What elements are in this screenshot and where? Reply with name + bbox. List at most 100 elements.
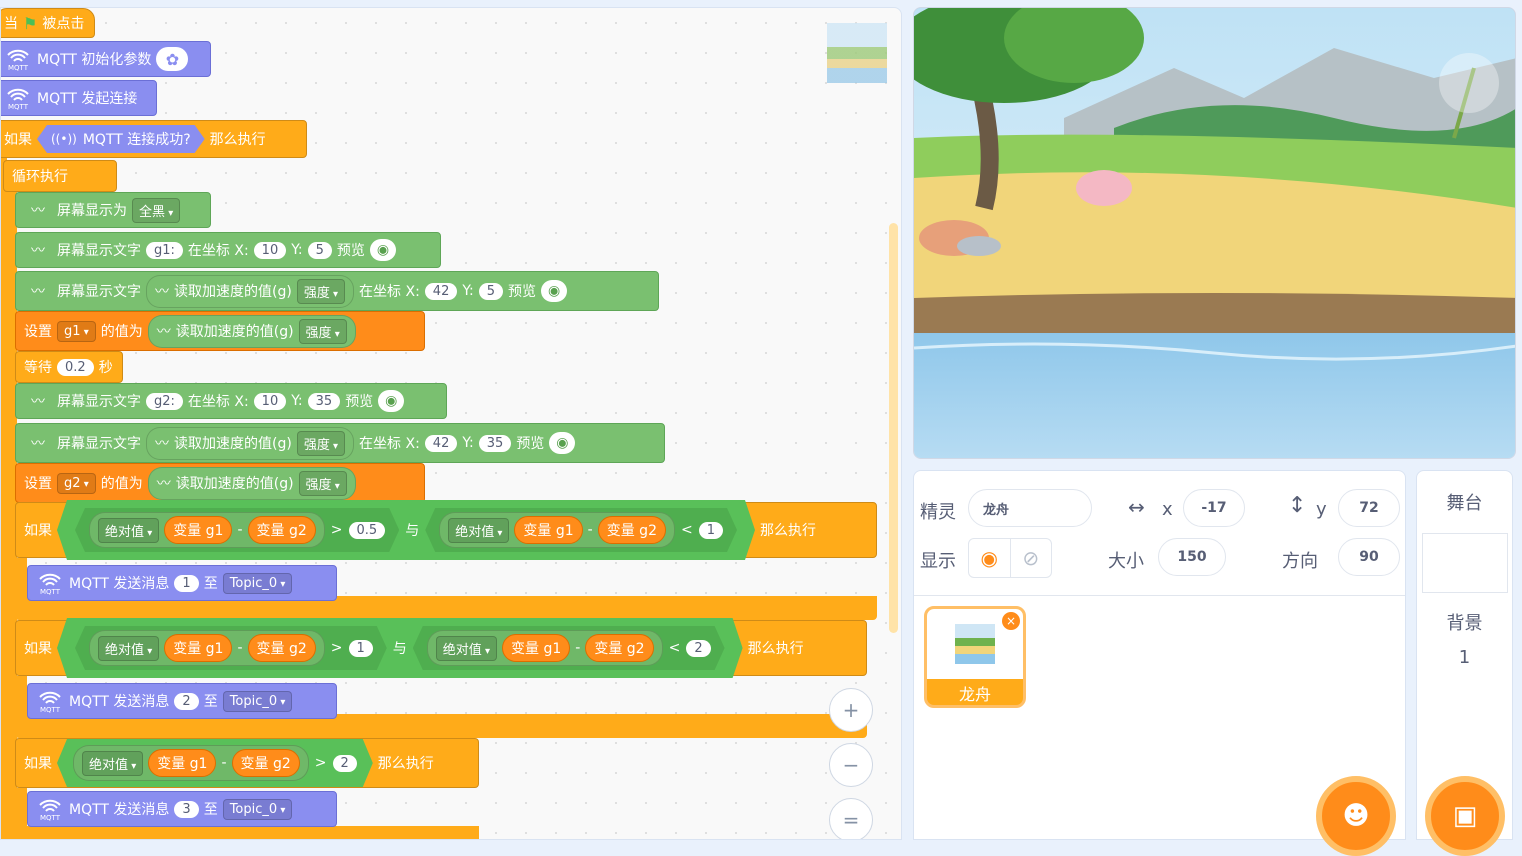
set-g1-block[interactable]: 设置 g1 的值为 〰 读取加速度的值(g) 强度 xyxy=(15,311,425,351)
hide-eye-icon[interactable]: ⊘ xyxy=(1011,539,1052,577)
x-input[interactable]: 42 xyxy=(424,282,458,300)
variable-g2[interactable]: 变量 g2 xyxy=(248,634,316,662)
stage-canvas[interactable] xyxy=(913,7,1516,459)
stage-thumbnail[interactable] xyxy=(1422,533,1508,593)
code-workspace[interactable]: 当 ⚑ 被点击 MQTT MQTT 初始化参数 ✿ MQTT MQTT 发起连接… xyxy=(0,7,902,840)
abs-reporter[interactable]: 绝对值 变量 g1 - 变量 g2 xyxy=(439,512,675,548)
x-input[interactable]: 10 xyxy=(253,241,287,259)
variable-g2[interactable]: 变量 g2 xyxy=(232,749,300,777)
and-condition[interactable]: 绝对值 变量 g1 - 变量 g2 > 1 与 绝对值 变量 g1 - 变量 g… xyxy=(57,618,743,678)
greater-than-condition[interactable]: 绝对值 变量 g1 - 变量 g2 > 1 xyxy=(75,626,387,670)
less-than-condition[interactable]: 绝对值 变量 g1 - 变量 g2 < 1 xyxy=(425,508,737,552)
strength-dropdown[interactable]: 强度 xyxy=(296,278,346,304)
variable-g1[interactable]: 变量 g1 xyxy=(502,634,570,662)
zoom-out-button[interactable]: − xyxy=(829,743,873,787)
variable-g1[interactable]: 变量 g1 xyxy=(164,516,232,544)
variable-g1[interactable]: 变量 g1 xyxy=(514,516,582,544)
when-flag-clicked-block[interactable]: 当 ⚑ 被点击 xyxy=(1,8,95,38)
variable-g2[interactable]: 变量 g2 xyxy=(598,516,666,544)
threshold-input[interactable]: 2 xyxy=(686,640,710,657)
sprite-name-field[interactable]: 龙舟 xyxy=(968,489,1092,527)
mqtt-init-block[interactable]: MQTT MQTT 初始化参数 ✿ xyxy=(1,41,211,77)
y-input[interactable]: 5 xyxy=(307,241,332,259)
visibility-toggle[interactable]: ◉ ⊘ xyxy=(968,538,1052,578)
threshold-input[interactable]: 0.5 xyxy=(349,522,386,539)
mqtt-connected-condition[interactable]: ((•)) MQTT 连接成功? xyxy=(37,125,205,153)
abs-dropdown[interactable]: 绝对值 xyxy=(436,636,497,661)
add-sprite-button[interactable]: ☻ xyxy=(1316,776,1396,856)
mqtt-send-block-3[interactable]: MQTT MQTT 发送消息 3 至 Topic_0 xyxy=(27,791,337,827)
and-condition[interactable]: 绝对值 变量 g1 - 变量 g2 > 0.5 与 绝对值 变量 g1 - 变量… xyxy=(57,500,755,560)
screen-text-block-2[interactable]: 〰 屏幕显示文字 〰 读取加速度的值(g) 强度 在坐标 X: 42 Y: 5 … xyxy=(15,271,659,311)
screen-text-block-3[interactable]: 〰 屏幕显示文字 g2: 在坐标 X: 10 Y: 35 预览 ◉ xyxy=(15,383,447,419)
text-input[interactable]: g1: xyxy=(146,241,183,259)
mqtt-send-block-1[interactable]: MQTT MQTT 发送消息 1 至 Topic_0 xyxy=(27,565,337,601)
sprite-tile[interactable]: 龙舟 × xyxy=(924,606,1026,708)
forever-loop-block[interactable]: 循环执行 xyxy=(3,160,117,192)
if-connected-block[interactable]: 如果 ((•)) MQTT 连接成功? 那么执行 xyxy=(1,120,307,158)
less-than-condition[interactable]: 绝对值 变量 g1 - 变量 g2 < 2 xyxy=(413,626,725,670)
preview-eye-icon[interactable]: ◉ xyxy=(369,239,396,261)
abs-dropdown[interactable]: 绝对值 xyxy=(98,636,159,661)
if-block-1[interactable]: 如果 绝对值 变量 g1 - 变量 g2 > 0.5 与 绝对值 变量 g1 -… xyxy=(15,502,877,558)
topic-dropdown[interactable]: Topic_0 xyxy=(222,690,293,712)
abs-dropdown[interactable]: 绝对值 xyxy=(98,518,159,543)
set-g2-block[interactable]: 设置 g2 的值为 〰 读取加速度的值(g) 强度 xyxy=(15,463,425,503)
threshold-input[interactable]: 1 xyxy=(699,522,723,539)
variable-g2[interactable]: 变量 g2 xyxy=(248,516,316,544)
if-block-3[interactable]: 如果 绝对值 变量 g1 - 变量 g2 > 2 那么执行 xyxy=(15,738,479,788)
y-input[interactable]: 35 xyxy=(307,392,341,410)
wait-block[interactable]: 等待 0.2 秒 xyxy=(15,351,123,383)
message-input[interactable]: 3 xyxy=(174,800,199,818)
delete-sprite-icon[interactable]: × xyxy=(1002,612,1020,630)
stage-selector-panel[interactable]: 舞台 背景 1 ▣ xyxy=(1416,470,1513,856)
preview-eye-icon[interactable]: ◉ xyxy=(541,280,568,302)
variable-dropdown[interactable]: g2 xyxy=(57,472,96,494)
x-input[interactable]: 10 xyxy=(253,392,287,410)
vertical-scrollbar[interactable] xyxy=(889,223,898,633)
abs-dropdown[interactable]: 绝对值 xyxy=(82,751,143,776)
read-accel-reporter[interactable]: 〰 读取加速度的值(g) 强度 xyxy=(147,314,356,348)
variable-g2[interactable]: 变量 g2 xyxy=(585,634,653,662)
show-eye-icon[interactable]: ◉ xyxy=(969,539,1011,577)
threshold-input[interactable]: 1 xyxy=(349,640,373,657)
greater-than-condition[interactable]: 绝对值 变量 g1 - 变量 g2 > 0.5 xyxy=(75,508,399,552)
message-input[interactable]: 2 xyxy=(174,692,199,710)
workspace-thumbnail[interactable] xyxy=(827,23,887,83)
zoom-in-button[interactable]: + xyxy=(829,688,873,732)
settings-gear-icon[interactable]: ✿ xyxy=(156,47,189,71)
abs-reporter[interactable]: 绝对值 变量 g1 - 变量 g2 xyxy=(427,630,663,666)
read-accel-reporter[interactable]: 〰 读取加速度的值(g) 强度 xyxy=(147,466,356,500)
read-accel-reporter[interactable]: 〰 读取加速度的值(g) 强度 xyxy=(146,274,355,308)
topic-dropdown[interactable]: Topic_0 xyxy=(222,572,293,594)
mqtt-connect-block[interactable]: MQTT MQTT 发起连接 xyxy=(1,80,157,116)
message-input[interactable]: 1 xyxy=(174,574,199,592)
wait-input[interactable]: 0.2 xyxy=(57,358,94,376)
preview-eye-icon[interactable]: ◉ xyxy=(378,390,405,412)
variable-g1[interactable]: 变量 g1 xyxy=(164,634,232,662)
strength-dropdown[interactable]: 强度 xyxy=(298,318,347,344)
preview-eye-icon[interactable]: ◉ xyxy=(549,432,576,454)
abs-reporter[interactable]: 绝对值 变量 g1 - 变量 g2 xyxy=(73,745,309,781)
strength-dropdown[interactable]: 强度 xyxy=(296,430,346,456)
add-backdrop-button[interactable]: ▣ xyxy=(1425,776,1505,856)
x-field[interactable]: -17 xyxy=(1183,489,1245,527)
fill-dropdown[interactable]: 全黑 xyxy=(132,197,181,223)
abs-reporter[interactable]: 绝对值 变量 g1 - 变量 g2 xyxy=(89,512,325,548)
abs-dropdown[interactable]: 绝对值 xyxy=(448,518,509,543)
threshold-input[interactable]: 2 xyxy=(333,755,357,772)
screen-fill-block[interactable]: 〰 屏幕显示为 全黑 xyxy=(15,192,211,228)
strength-dropdown[interactable]: 强度 xyxy=(298,470,347,496)
topic-dropdown[interactable]: Topic_0 xyxy=(222,798,293,820)
screen-text-block-1[interactable]: 〰 屏幕显示文字 g1: 在坐标 X: 10 Y: 5 预览 ◉ xyxy=(15,232,441,268)
x-input[interactable]: 42 xyxy=(424,434,458,452)
variable-dropdown[interactable]: g1 xyxy=(57,320,96,342)
text-input[interactable]: g2: xyxy=(146,392,183,410)
if-block-2[interactable]: 如果 绝对值 变量 g1 - 变量 g2 > 1 与 绝对值 变量 g1 - 变… xyxy=(15,620,867,676)
y-field[interactable]: 72 xyxy=(1338,489,1400,527)
zoom-reset-button[interactable]: = xyxy=(829,798,873,839)
size-field[interactable]: 150 xyxy=(1158,538,1226,576)
direction-field[interactable]: 90 xyxy=(1338,538,1400,576)
screen-text-block-4[interactable]: 〰 屏幕显示文字 〰 读取加速度的值(g) 强度 在坐标 X: 42 Y: 35… xyxy=(15,423,665,463)
y-input[interactable]: 5 xyxy=(478,282,504,300)
